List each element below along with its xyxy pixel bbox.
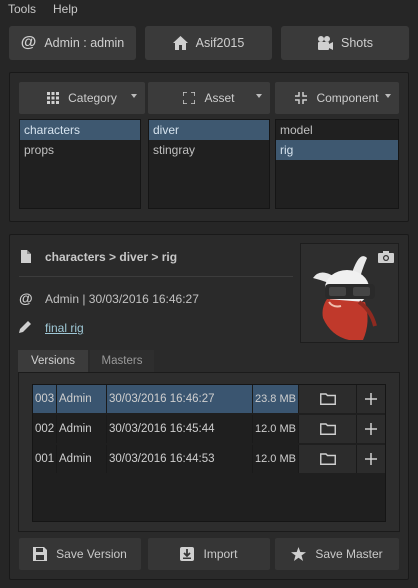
version-user: Admin [57,445,107,473]
list-item[interactable]: props [20,140,140,160]
table-row[interactable]: 003 Admin 30/03/2016 16:46:27 23.8 MB [33,385,385,413]
save-version-button[interactable]: Save Version [19,538,141,570]
project-label: Asif2015 [195,36,245,50]
add-button[interactable] [357,445,385,473]
pencil-icon [19,320,32,333]
table-row[interactable]: 001 Admin 30/03/2016 16:44:53 12.0 MB [33,445,385,473]
open-folder-button[interactable] [299,445,357,473]
version-user: Admin [57,415,107,443]
folder-icon [319,423,336,435]
version-number: 002 [33,415,57,443]
component-icon [295,92,308,104]
save-version-label: Save Version [56,547,127,561]
version-user: Admin [57,385,107,413]
category-label: Category [68,91,117,105]
plus-icon [365,423,377,435]
author-line: Admin | 30/03/2016 16:46:27 [45,292,199,306]
version-number: 003 [33,385,57,413]
version-date: 30/03/2016 16:45:44 [107,415,253,443]
user-button[interactable]: @ Admin : admin [9,26,136,60]
import-label: Import [203,547,238,561]
home-icon [172,36,188,50]
version-date: 30/03/2016 16:46:27 [107,385,253,413]
project-button[interactable]: Asif2015 [145,26,272,60]
divider [19,276,293,277]
menu-help[interactable]: Help [53,2,78,16]
asset-list[interactable]: diver stingray [148,119,270,209]
component-list[interactable]: model rig [275,119,399,209]
version-size: 23.8 MB [253,385,299,413]
at-icon: @ [19,290,33,306]
asset-label: Asset [204,91,235,105]
grid-icon [47,92,60,104]
plus-icon [365,453,377,465]
version-date: 30/03/2016 16:44:53 [107,445,253,473]
shots-button[interactable]: Shots [281,26,409,60]
frame-icon [183,92,196,104]
list-item[interactable]: model [276,120,398,140]
star-icon [291,547,307,561]
asset-dropdown[interactable]: Asset [148,82,270,114]
document-icon [21,250,31,263]
list-item[interactable]: diver [149,120,269,140]
versions-table: 003 Admin 30/03/2016 16:46:27 23.8 MB 00… [32,384,386,522]
table-row[interactable]: 002 Admin 30/03/2016 16:45:44 12.0 MB [33,415,385,443]
add-button[interactable] [357,385,385,413]
component-label: Component [316,91,379,105]
tab-masters[interactable]: Masters [90,350,154,372]
import-icon [180,547,195,561]
camera-icon[interactable] [378,251,394,263]
save-master-label: Save Master [315,547,383,561]
add-button[interactable] [357,415,385,443]
version-size: 12.0 MB [253,415,299,443]
category-list[interactable]: characters props [19,119,141,209]
shots-label: Shots [341,36,373,50]
list-item[interactable]: characters [20,120,140,140]
open-folder-button[interactable] [299,385,357,413]
comment-link[interactable]: final rig [45,321,84,335]
list-item[interactable]: stingray [149,140,269,160]
chevron-down-icon [131,94,137,98]
import-button[interactable]: Import [148,538,270,570]
floppy-icon [33,547,48,561]
plus-icon [365,393,377,405]
component-dropdown[interactable]: Component [275,82,399,114]
chevron-down-icon [256,94,262,98]
folder-icon [319,453,336,465]
user-label: Admin : admin [44,36,125,50]
menu-tools[interactable]: Tools [8,2,36,16]
tab-versions[interactable]: Versions [18,350,88,372]
menu-bar: Tools Help [0,0,418,20]
folder-icon [319,393,336,405]
category-dropdown[interactable]: Category [19,82,145,114]
camera-group-icon [317,36,334,50]
thumbnail[interactable] [300,243,399,343]
component-path: characters > diver > rig [45,250,178,264]
save-master-button[interactable]: Save Master [275,538,399,570]
open-folder-button[interactable] [299,415,357,443]
version-size: 12.0 MB [253,445,299,473]
at-icon: @ [20,34,37,51]
chevron-down-icon [385,94,391,98]
version-number: 001 [33,445,57,473]
list-item[interactable]: rig [276,140,398,160]
